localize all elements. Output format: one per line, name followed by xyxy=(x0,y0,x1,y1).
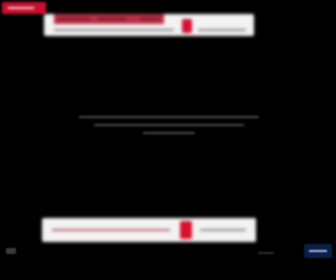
message-line xyxy=(94,124,244,126)
banner-text-fragment xyxy=(140,18,160,20)
brand-logo-mark xyxy=(8,7,34,9)
publisher-logo-icon[interactable] xyxy=(304,244,332,258)
message-line xyxy=(143,132,195,134)
banner-text-line xyxy=(54,29,174,31)
banner-text-line xyxy=(200,229,246,231)
banner-text-fragment xyxy=(98,18,126,20)
top-banner[interactable] xyxy=(44,14,254,36)
bottom-banner[interactable] xyxy=(42,218,256,242)
banner-marker xyxy=(180,221,192,239)
message-line xyxy=(79,116,259,118)
message-text xyxy=(76,116,262,140)
publisher-logo-mark xyxy=(309,250,327,252)
brand-logo-icon[interactable] xyxy=(2,2,46,14)
mute-icon[interactable] xyxy=(6,248,16,254)
ad-frame[interactable] xyxy=(0,0,336,280)
banner-text-line xyxy=(52,229,170,231)
banner-text-line xyxy=(198,29,246,31)
banner-marker xyxy=(182,19,192,33)
divider xyxy=(258,252,274,254)
banner-text-fragment xyxy=(58,18,90,20)
